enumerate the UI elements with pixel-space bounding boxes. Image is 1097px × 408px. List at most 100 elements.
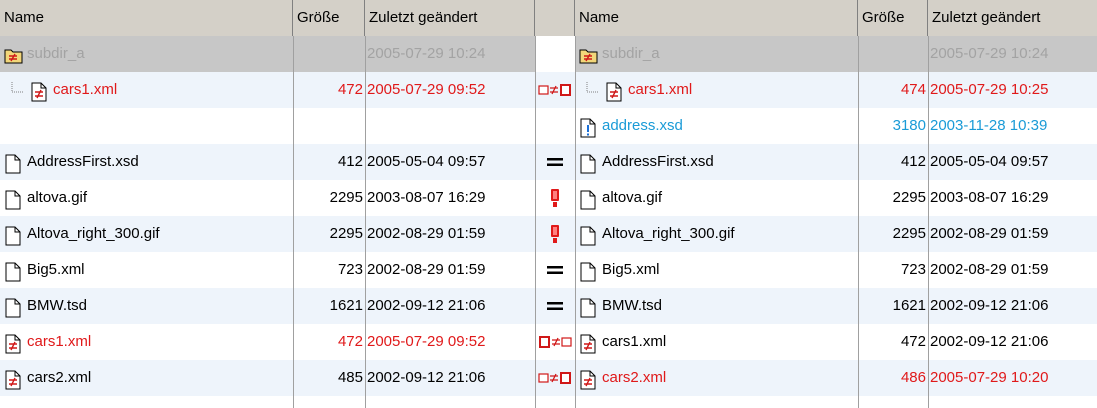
- left-name-cell[interactable]: cars1.xml: [0, 324, 293, 360]
- left-name-cell[interactable]: BMW.tsd: [0, 288, 293, 324]
- right-size-cell: 486: [858, 360, 928, 396]
- right-modified-date: 2005-05-04 09:57: [930, 153, 1049, 170]
- table-row[interactable]: cars1.xml 472 2005-07-29 09:52 cars1.xml 472…: [0, 324, 1097, 360]
- compare-status-cell[interactable]: [535, 324, 575, 360]
- left-name-cell[interactable]: Altova_right_300.gif: [0, 216, 293, 252]
- left-size-cell: 2295: [293, 180, 365, 216]
- table-row[interactable]: altova.gif 2295 2003-08-07 16:29 altova.gif…: [0, 180, 1097, 216]
- left-name-cell[interactable]: altova.gif: [0, 180, 293, 216]
- right-size-header[interactable]: Größe: [858, 0, 928, 36]
- newer-left-icon: [538, 335, 572, 349]
- left-name-cell[interactable]: cars1.xml: [0, 72, 293, 108]
- compare-status-cell[interactable]: [535, 216, 575, 252]
- right-name-cell[interactable]: cars1.xml: [575, 324, 858, 360]
- left-name-header[interactable]: Name: [0, 0, 293, 36]
- compare-status-cell[interactable]: [535, 108, 575, 144]
- left-file-size: 485: [337, 369, 363, 386]
- right-modified-cell: 2002-08-29 01:59: [928, 216, 1097, 252]
- table-row[interactable]: Big5.xml 723 2002-08-29 01:59 Big5.xml 723 20…: [0, 252, 1097, 288]
- file-diff-icon: [605, 80, 623, 102]
- right-modified-date: 2003-11-28 10:39: [930, 117, 1048, 134]
- right-size-cell: 1621: [858, 288, 928, 324]
- left-file-size: 412: [337, 153, 363, 170]
- right-file-name: AddressFirst.xsd: [602, 153, 714, 170]
- folder-diff-icon: [579, 44, 598, 64]
- column-divider: [575, 36, 576, 408]
- right-name-cell[interactable]: altova.gif: [575, 180, 858, 216]
- column-divider: [858, 36, 859, 408]
- compare-status-cell[interactable]: [535, 36, 575, 72]
- left-modified-cell: 2005-07-29 10:24: [365, 36, 535, 72]
- left-size-cell: [293, 36, 365, 72]
- compare-status-cell[interactable]: [535, 288, 575, 324]
- left-modified-header[interactable]: Zuletzt geändert: [365, 0, 535, 36]
- file-icon: [579, 296, 597, 318]
- compare-status-cell[interactable]: [535, 252, 575, 288]
- file-icon: [4, 260, 22, 282]
- right-name-cell[interactable]: Altova_right_300.gif: [575, 216, 858, 252]
- file-diff-icon: [579, 368, 597, 390]
- file-icon: [4, 152, 22, 174]
- left-name-cell[interactable]: Big5.xml: [0, 252, 293, 288]
- left-size-cell: 2295: [293, 216, 365, 252]
- compare-status-cell[interactable]: [535, 72, 575, 108]
- file-icon: [579, 188, 597, 210]
- right-name-cell[interactable]: cars1.xml: [575, 72, 858, 108]
- left-size-cell: 723: [293, 252, 365, 288]
- left-file-name: Big5.xml: [27, 261, 85, 278]
- right-name-cell[interactable]: cars2.xml: [575, 360, 858, 396]
- right-file-name: Altova_right_300.gif: [602, 225, 735, 242]
- tree-connector-icon: [10, 80, 26, 100]
- left-size-cell: 485: [293, 360, 365, 396]
- compare-status-cell[interactable]: [535, 180, 575, 216]
- left-file-name: cars1.xml: [53, 81, 118, 98]
- right-name-cell[interactable]: AddressFirst.xsd: [575, 144, 858, 180]
- file-icon: [579, 152, 597, 174]
- binary-equal-icon: [549, 224, 561, 244]
- right-modified-cell: 2003-08-07 16:29: [928, 180, 1097, 216]
- table-row[interactable]: AddressFirst.xsd 412 2005-05-04 09:57 Addre…: [0, 144, 1097, 180]
- table-row[interactable]: cars2.xml 485 2002-09-12 21:06 cars2.xml 486…: [0, 360, 1097, 396]
- file-icon: [4, 296, 22, 318]
- left-name-cell[interactable]: subdir_a: [0, 36, 293, 72]
- left-name-cell[interactable]: AddressFirst.xsd: [0, 144, 293, 180]
- right-name-header[interactable]: Name: [575, 0, 858, 36]
- right-file-size: 472: [900, 333, 926, 350]
- table-row[interactable]: BMW.tsd 1621 2002-09-12 21:06 BMW.tsd 1621 20…: [0, 288, 1097, 324]
- table-row[interactable]: Altova_right_300.gif 2295 2002-08-29 01:59…: [0, 216, 1097, 252]
- right-modified-cell: 2005-07-29 10:25: [928, 72, 1097, 108]
- right-modified-header[interactable]: Zuletzt geändert: [928, 0, 1097, 36]
- right-size-cell: 2295: [858, 180, 928, 216]
- right-file-size: 412: [900, 153, 926, 170]
- right-file-name: Big5.xml: [602, 261, 660, 278]
- file-icon: [579, 260, 597, 282]
- left-modified-cell: 2005-05-04 09:57: [365, 144, 535, 180]
- compare-status-cell[interactable]: [535, 360, 575, 396]
- table-row[interactable]: cars1.xml 472 2005-07-29 09:52 cars1.xml 474…: [0, 72, 1097, 108]
- right-size-cell: 3180: [858, 108, 928, 144]
- file-only-icon: [579, 116, 597, 138]
- right-file-size: 486: [900, 369, 926, 386]
- left-file-name: AddressFirst.xsd: [27, 153, 139, 170]
- left-name-cell[interactable]: [0, 108, 293, 144]
- compare-status-cell[interactable]: [535, 144, 575, 180]
- column-divider: [535, 36, 536, 408]
- left-size-header[interactable]: Größe: [293, 0, 365, 36]
- compare-header[interactable]: [535, 0, 575, 36]
- right-modified-cell: 2005-07-29 10:20: [928, 360, 1097, 396]
- right-name-cell[interactable]: Big5.xml: [575, 252, 858, 288]
- left-name-cell[interactable]: cars2.xml: [0, 360, 293, 396]
- folder-diff-icon: [4, 44, 23, 64]
- table-row[interactable]: subdir_a 2005-07-29 10:24 subdir_a 2005-07-…: [0, 36, 1097, 72]
- left-modified-date: 2005-07-29 09:52: [367, 333, 486, 350]
- left-modified-date: 2002-08-29 01:59: [367, 225, 486, 242]
- right-name-cell[interactable]: address.xsd: [575, 108, 858, 144]
- tree-connector-icon: [585, 80, 601, 100]
- right-name-cell[interactable]: BMW.tsd: [575, 288, 858, 324]
- right-name-cell[interactable]: subdir_a: [575, 36, 858, 72]
- file-icon: [579, 224, 597, 246]
- right-modified-cell: 2005-05-04 09:57: [928, 144, 1097, 180]
- equal-icon: [546, 264, 564, 276]
- table-row[interactable]: address.xsd 3180 2003-11-28 10:39: [0, 108, 1097, 144]
- right-size-cell: 723: [858, 252, 928, 288]
